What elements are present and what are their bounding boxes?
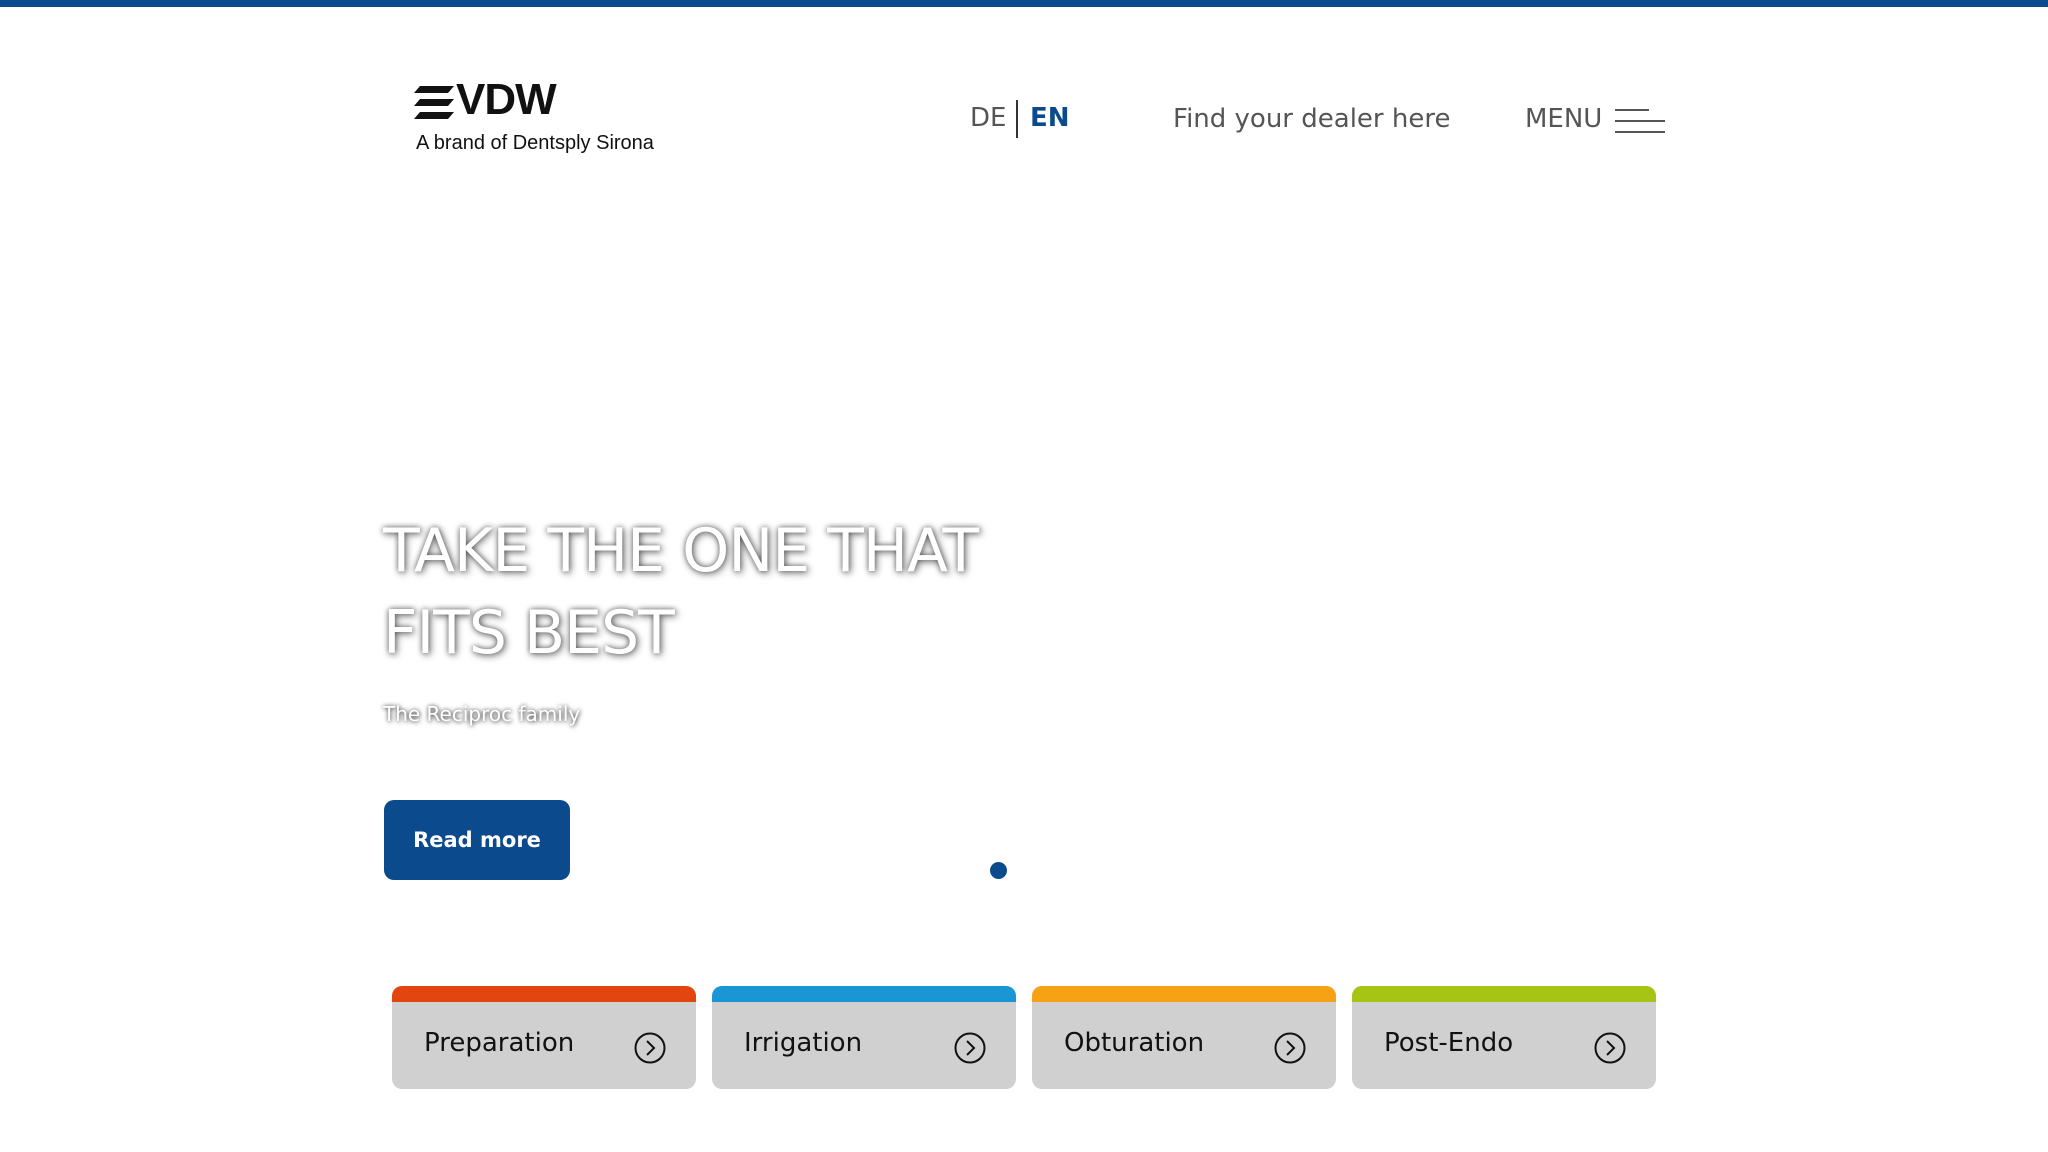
menu-label: MENU <box>1525 104 1603 134</box>
card-label: Obturation <box>1064 1028 1205 1058</box>
card-color-stripe <box>1352 986 1656 1002</box>
card-label: Preparation <box>424 1028 575 1058</box>
top-accent-bar <box>0 0 2048 7</box>
language-divider <box>1016 100 1018 138</box>
hero-title: TAKE THE ONE THAT FITS BEST <box>383 510 1143 674</box>
category-card-irrigation[interactable]: Irrigation <box>712 986 1016 1089</box>
card-color-stripe <box>1032 986 1336 1002</box>
language-en-link[interactable]: EN <box>1030 102 1070 134</box>
hero-title-line-2: FITS BEST <box>383 598 675 668</box>
chevron-right-circle-icon <box>1594 1032 1626 1064</box>
chevron-right-circle-icon <box>1274 1032 1306 1064</box>
read-more-button[interactable]: Read more <box>384 800 570 880</box>
language-de-link[interactable]: DE <box>970 102 1006 134</box>
logo-wordmark: VDW <box>456 75 557 124</box>
menu-button[interactable]: MENU <box>1525 100 1667 140</box>
category-card-preparation[interactable]: Preparation <box>392 986 696 1089</box>
card-color-stripe <box>712 986 1016 1002</box>
chevron-right-circle-icon <box>954 1032 986 1064</box>
vdw-logo[interactable]: VDW A brand of Dentsply Sirona <box>414 78 684 160</box>
hero-title-line-1: TAKE THE ONE THAT <box>383 516 979 586</box>
card-label: Post-Endo <box>1384 1028 1514 1058</box>
vdw-logo-icon <box>414 86 454 119</box>
find-dealer-link[interactable]: Find your dealer here <box>1173 103 1450 135</box>
hero-subtitle: The Reciproc family <box>383 702 581 726</box>
hamburger-icon <box>1615 109 1665 133</box>
card-label: Irrigation <box>744 1028 863 1058</box>
category-card-obturation[interactable]: Obturation <box>1032 986 1336 1089</box>
slider-dot-active[interactable] <box>990 862 1007 879</box>
logo-tagline: A brand of Dentsply Sirona <box>416 132 654 154</box>
category-card-post-endo[interactable]: Post-Endo <box>1352 986 1656 1089</box>
card-color-stripe <box>392 986 696 1002</box>
chevron-right-circle-icon <box>634 1032 666 1064</box>
